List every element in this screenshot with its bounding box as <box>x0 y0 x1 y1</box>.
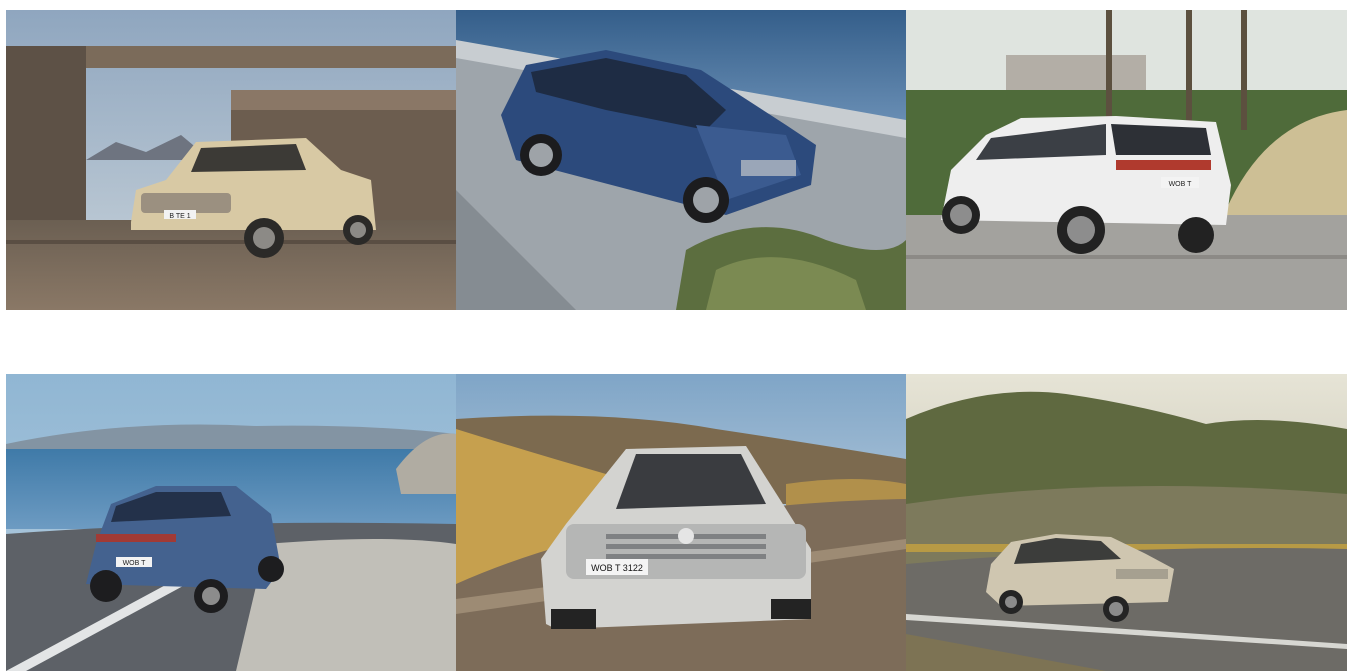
gallery-image-6[interactable] <box>906 374 1347 671</box>
image-gallery: B TE 1 WOB T WOB T WOB T 3122 <box>0 0 1347 671</box>
license-plate: WOB T <box>1169 181 1193 188</box>
gallery-image-4[interactable]: WOB T <box>6 374 456 671</box>
photo-suv-palms: WOB T <box>906 10 1347 310</box>
license-plate: WOB T <box>123 560 147 567</box>
gallery-image-5[interactable]: WOB T 3122 <box>456 374 906 671</box>
gallery-image-2[interactable] <box>456 10 906 310</box>
photo-suv-mountain-road: WOB T 3122 <box>456 374 906 671</box>
gallery-image-1[interactable]: B TE 1 <box>6 10 456 310</box>
photo-suv-waterfront <box>456 10 906 310</box>
license-plate: WOB T 3122 <box>591 563 643 573</box>
photo-suv-coastal-road: WOB T <box>6 374 456 671</box>
photo-suv-canopy: B TE 1 <box>6 10 456 310</box>
gallery-image-3[interactable]: WOB T <box>906 10 1347 310</box>
photo-suv-desert-road <box>906 374 1347 671</box>
license-plate: B TE 1 <box>169 213 190 220</box>
